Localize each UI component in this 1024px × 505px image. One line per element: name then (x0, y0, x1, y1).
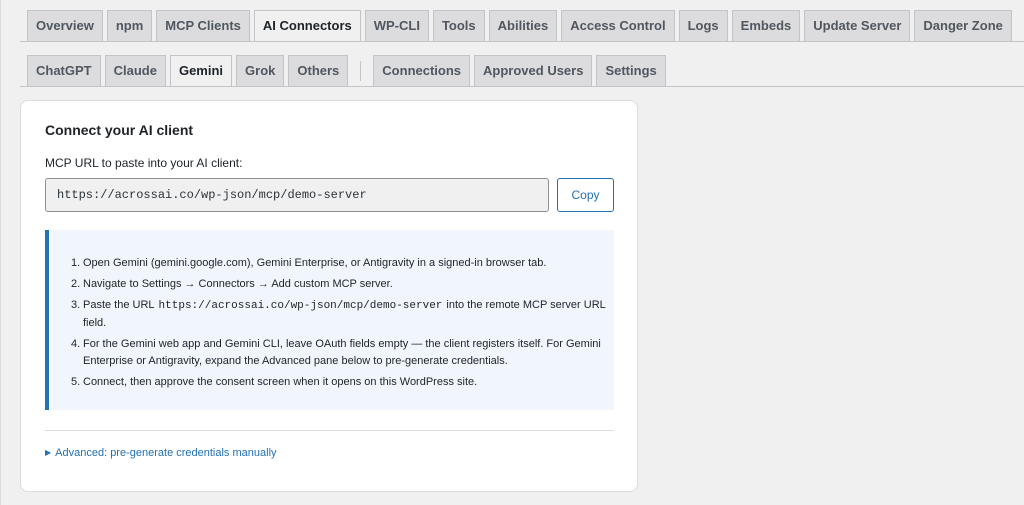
tab-approved-users[interactable]: Approved Users (474, 55, 593, 86)
tab-others[interactable]: Others (288, 55, 349, 86)
tab-mcp-clients[interactable]: MCP Clients (156, 10, 250, 41)
mcp-url-field[interactable]: https://acrossai.co/wp-json/mcp/demo-ser… (45, 178, 549, 212)
card-title: Connect your AI client (45, 122, 194, 138)
step-text-before: Paste the URL (83, 299, 155, 311)
secondary-tabs: ChatGPT Claude Gemini Grok Others Connec… (27, 55, 666, 87)
tab-npm[interactable]: npm (106, 10, 153, 41)
list-item: 4. For the Gemini web app and Gemini CLI… (71, 336, 609, 370)
primary-tabs: Overview npm MCP Clients AI Connectors W… (27, 10, 1012, 42)
inline-url-code: https://acrossai.co/wp-json/mcp/demo-ser… (158, 300, 443, 312)
step-number: 1. (71, 257, 81, 269)
instructions-box: 1. Open Gemini (gemini.google.com), Gemi… (45, 230, 614, 410)
tab-chatgpt[interactable]: ChatGPT (27, 55, 101, 86)
list-item: 5. Connect, then approve the consent scr… (71, 374, 609, 391)
step-number: 2. (71, 278, 81, 290)
tab-connections[interactable]: Connections (373, 55, 471, 86)
step-text: Connect, then approve the consent screen… (83, 376, 478, 388)
tab-abilities[interactable]: Abilities (488, 10, 558, 41)
step-text: For the Gemini web app and Gemini CLI, l… (83, 338, 601, 367)
page-edge (0, 0, 1, 505)
primary-tabs-divider (20, 41, 1024, 42)
advanced-toggle[interactable]: ▶ Advanced: pre-generate credentials manu… (45, 447, 277, 459)
tab-wp-cli[interactable]: WP-CLI (364, 10, 429, 41)
connect-card: Connect your AI client MCP URL to paste … (20, 100, 638, 492)
list-item: 2. Navigate to Settings → Connectors → A… (71, 276, 609, 293)
instructions-list: 1. Open Gemini (gemini.google.com), Gemi… (71, 255, 609, 395)
list-item: 1. Open Gemini (gemini.google.com), Gemi… (71, 255, 609, 272)
tab-gemini[interactable]: Gemini (169, 55, 233, 87)
step-text: Navigate to Settings → Connectors → Add … (83, 278, 393, 290)
card-divider (45, 430, 614, 431)
tab-settings[interactable]: Settings (596, 55, 666, 86)
tab-danger-zone[interactable]: Danger Zone (914, 10, 1012, 41)
list-item: 3. Paste the URL https://acrossai.co/wp-j… (71, 297, 609, 332)
secondary-tabs-divider (20, 86, 1024, 87)
url-label: MCP URL to paste into your AI client: (45, 156, 243, 170)
tab-logs[interactable]: Logs (678, 10, 728, 41)
step-text: Open Gemini (gemini.google.com), Gemini … (83, 257, 547, 269)
tab-overview[interactable]: Overview (27, 10, 103, 41)
step-text: Paste the URL https://acrossai.co/wp-json… (83, 297, 609, 332)
tab-embeds[interactable]: Embeds (731, 10, 801, 41)
tab-group-separator (352, 55, 369, 86)
advanced-label: Advanced: pre-generate credentials manua… (55, 447, 277, 459)
tab-grok[interactable]: Grok (236, 55, 285, 86)
step-number: 4. (71, 338, 81, 350)
step-number: 5. (71, 376, 81, 388)
tab-ai-connectors[interactable]: AI Connectors (253, 10, 361, 42)
triangle-right-icon: ▶ (45, 448, 52, 457)
tab-access-control[interactable]: Access Control (561, 10, 675, 41)
tab-update-server[interactable]: Update Server (804, 10, 911, 41)
step-number: 3. (71, 299, 81, 311)
tab-claude[interactable]: Claude (104, 55, 166, 86)
copy-button[interactable]: Copy (557, 178, 614, 212)
tab-tools[interactable]: Tools (432, 10, 485, 41)
